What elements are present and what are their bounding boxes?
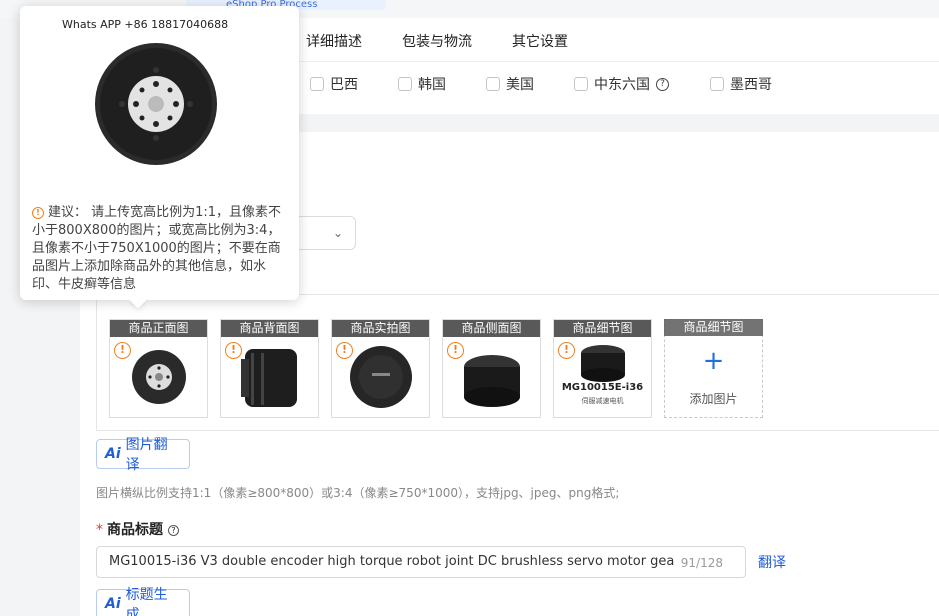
warning-icon[interactable]: ! xyxy=(447,342,464,359)
chevron-down-icon: ⌄ xyxy=(332,226,343,240)
product-title-label: * 商品标题? xyxy=(96,519,179,539)
checkbox[interactable] xyxy=(310,77,324,91)
image-slot-label: 商品细节图 xyxy=(664,319,763,336)
tab-other-settings[interactable]: 其它设置 xyxy=(512,31,568,51)
image-slot-label: 商品背面图 xyxy=(221,320,318,337)
country-middle-east[interactable]: 中东六国 ? xyxy=(574,74,669,94)
image-preview-popover: Whats APP +86 18817040688 ! 建议： 请上传宽高比例为1… xyxy=(20,6,299,309)
button-label: 图片翻译 xyxy=(125,437,168,473)
warning-icon[interactable]: ! xyxy=(336,342,353,359)
country-korea[interactable]: 韩国 xyxy=(398,74,446,94)
image-slot-label: 商品实拍图 xyxy=(332,320,429,337)
product-title-input[interactable]: MG10015-i36 V3 double encoder high torqu… xyxy=(96,546,746,578)
warning-icon[interactable]: ! xyxy=(558,342,575,359)
country-label: 韩国 xyxy=(418,77,446,93)
checkbox[interactable] xyxy=(398,77,412,91)
warning-icon[interactable]: ! xyxy=(225,342,242,359)
plus-icon: + xyxy=(702,346,725,376)
image-slot-label: 商品正面图 xyxy=(110,320,207,337)
tip-text: 建议： 请上传宽高比例为1:1，且像素不小于800X800的图片；或宽高比例为3… xyxy=(32,205,282,292)
country-label: 巴西 xyxy=(330,77,358,93)
warning-icon[interactable]: ! xyxy=(114,342,131,359)
title-generate-button[interactable]: Ai 标题生成 xyxy=(96,587,190,616)
checkbox[interactable] xyxy=(710,77,724,91)
image-slot-photo[interactable]: 商品实拍图 ! xyxy=(331,319,430,418)
watermark-text: Whats APP +86 18817040688 xyxy=(62,18,229,31)
tab-packaging-logistics[interactable]: 包装与物流 xyxy=(402,31,472,51)
button-label: 标题生成 xyxy=(125,587,168,616)
country-label: 美国 xyxy=(506,77,534,93)
add-image-text: 添加图片 xyxy=(689,392,738,406)
char-counter: 91/128 xyxy=(680,556,723,570)
dropdown-select[interactable]: ⌄ xyxy=(296,216,356,250)
image-format-hint: 图片横纵比例支持1:1（像素≥800*800）或3:4（像素≥750*1000）… xyxy=(96,486,620,500)
translate-link[interactable]: 翻译 xyxy=(758,552,786,572)
help-icon[interactable]: ? xyxy=(168,525,179,536)
country-mexico[interactable]: 墨西哥 xyxy=(710,74,772,94)
image-subcaption: 伺服减速电机 xyxy=(581,397,624,405)
image-slot-back[interactable]: 商品背面图 ! xyxy=(220,319,319,418)
country-label: 墨西哥 xyxy=(730,77,772,93)
image-caption: MG10015E-i36 xyxy=(561,382,644,393)
required-mark: * xyxy=(96,522,103,538)
country-label: 中东六国 xyxy=(594,77,650,93)
image-slot-label: 商品细节图 xyxy=(554,320,651,337)
ai-icon: Ai xyxy=(105,596,121,612)
country-checkbox-group: 巴西 韩国 美国 中东六国 ? 墨西哥 xyxy=(280,62,939,114)
ai-icon: Ai xyxy=(105,446,121,462)
checkbox[interactable] xyxy=(574,77,588,91)
motor-preview-image xyxy=(95,43,217,165)
preview-image: Whats APP +86 18817040688 xyxy=(56,14,256,202)
tab-details[interactable]: 详细描述 xyxy=(306,31,362,51)
image-slot-side[interactable]: 商品侧面图 ! xyxy=(442,319,541,418)
image-slot-detail[interactable]: 商品细节图 ! MG10015E-i36 伺服减速电机 xyxy=(553,319,652,418)
image-slot-label: 商品侧面图 xyxy=(443,320,540,337)
section-tabs: 详细描述 包装与物流 其它设置 xyxy=(280,18,939,62)
section-divider xyxy=(280,114,939,132)
image-translate-button[interactable]: Ai 图片翻译 xyxy=(96,437,190,473)
country-usa[interactable]: 美国 xyxy=(486,74,534,94)
warning-icon: ! xyxy=(32,207,44,219)
title-input-value: MG10015-i36 V3 double encoder high torqu… xyxy=(109,554,674,569)
image-upload-tip: ! 建议： 请上传宽高比例为1:1，且像素不小于800X800的图片；或宽高比例为… xyxy=(32,204,290,294)
help-icon[interactable]: ? xyxy=(656,77,669,91)
country-brazil[interactable]: 巴西 xyxy=(310,74,358,94)
checkbox[interactable] xyxy=(486,77,500,91)
add-image-button[interactable]: 商品细节图 + 添加图片 xyxy=(664,319,763,418)
image-slot-front[interactable]: 商品正面图 ! xyxy=(109,319,208,418)
label-text: 商品标题 xyxy=(107,522,163,538)
